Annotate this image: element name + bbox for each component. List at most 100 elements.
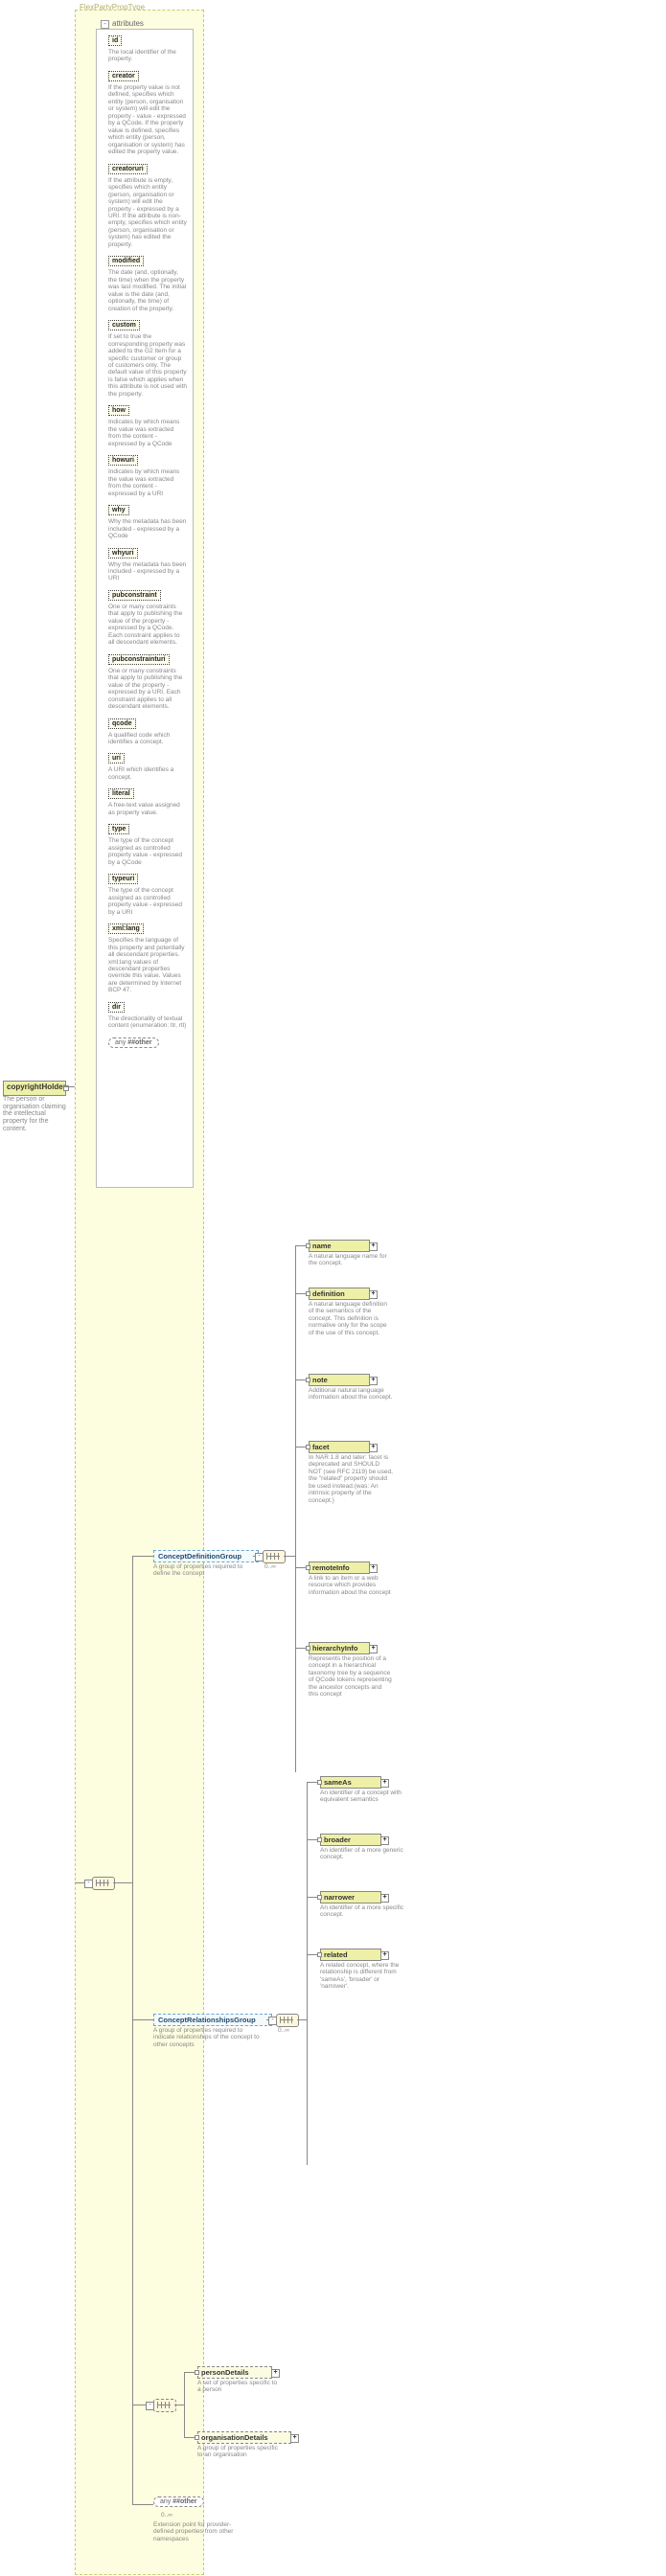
leaf-facet[interactable]: facet+	[309, 1441, 370, 1453]
leaf-label: remoteInfo	[312, 1563, 350, 1572]
expand-icon[interactable]: +	[369, 1444, 378, 1452]
attr-desc: The local identifier of the property.	[108, 49, 187, 63]
attr-desc: A free-text value assigned as property v…	[108, 802, 187, 816]
leaf-label: broader	[324, 1835, 351, 1844]
any-other[interactable]: any ##other	[153, 2496, 204, 2507]
leaf-persondetails[interactable]: personDetails+	[197, 2366, 272, 2379]
leaf-label: personDetails	[201, 2368, 249, 2377]
lpin-icon	[306, 1291, 310, 1296]
attributes-frame: idThe local identifier of the property. …	[96, 29, 194, 1188]
attr-desc: If set to true the corresponding propert…	[108, 333, 187, 398]
leaf-hierarchyinfo[interactable]: hierarchyInfo+	[309, 1642, 370, 1654]
group-name: ConceptRelationshipsGroup	[158, 2016, 256, 2024]
attr-typeuri[interactable]: typeuri	[108, 874, 138, 884]
leaf-note[interactable]: note+	[309, 1374, 370, 1386]
attr-pubconstrainturi[interactable]: pubconstrainturi	[108, 654, 170, 665]
expand-icon[interactable]: +	[369, 1242, 378, 1251]
attr-dir[interactable]: dir	[108, 1002, 125, 1013]
lpin-icon	[317, 1837, 322, 1842]
leaf-label: note	[312, 1376, 328, 1384]
lpin-icon	[306, 1378, 310, 1382]
attr-qcode[interactable]: qcode	[108, 718, 136, 729]
collapse-icon[interactable]: -	[255, 1553, 264, 1562]
collapse-icon[interactable]: -	[146, 2402, 154, 2410]
attr-custom[interactable]: custom	[108, 320, 140, 331]
attr-desc: The type of the concept assigned as cont…	[108, 837, 187, 866]
lpin-icon	[317, 1780, 322, 1785]
leaf-desc: A natural language definition of the sem…	[309, 1301, 393, 1336]
sequence-selector[interactable]: -	[276, 2014, 299, 2027]
attr-desc: Why the metadata has been included - exp…	[108, 518, 187, 539]
collapse-icon[interactable]: -	[268, 2017, 277, 2025]
attr-desc: Indicates by which means the value was e…	[108, 468, 187, 497]
attr-desc: If the attribute is empty, specifies whi…	[108, 177, 187, 249]
expand-icon[interactable]: +	[271, 2369, 280, 2378]
attr-desc: Why the metadata has been included - exp…	[108, 561, 187, 582]
attr-uri[interactable]: uri	[108, 753, 125, 764]
expand-icon[interactable]: +	[369, 1564, 378, 1573]
connector	[295, 1245, 296, 1772]
collapse-icon[interactable]: -	[84, 1880, 93, 1888]
expand-icon[interactable]: +	[290, 2434, 299, 2443]
choice-selector[interactable]: -	[153, 2399, 176, 2412]
connector	[132, 2019, 153, 2020]
any-value: ##other	[172, 2498, 196, 2505]
lpin-icon	[195, 2370, 199, 2375]
attr-desc: One or many constraints that apply to pu…	[108, 604, 187, 647]
expand-icon[interactable]: +	[369, 1290, 378, 1299]
attr-creator[interactable]: creator	[108, 71, 139, 81]
leaf-desc: A set of properties specific to a person	[197, 2380, 282, 2394]
leaf-name[interactable]: name+	[309, 1240, 370, 1252]
leaf-definition[interactable]: definition+	[309, 1288, 370, 1300]
root-element[interactable]: copyrightHolder	[3, 1081, 66, 1096]
lpin-icon	[306, 1565, 310, 1570]
expand-icon[interactable]: +	[369, 1645, 378, 1653]
attr-desc: One or many constraints that apply to pu…	[108, 668, 187, 711]
leaf-desc: An identifier of a more specific concept…	[320, 1904, 404, 1919]
expand-icon[interactable]: +	[380, 1836, 389, 1845]
expand-icon[interactable]: +	[380, 1894, 389, 1903]
attributes-header[interactable]: -attributes	[101, 19, 144, 29]
sequence-selector[interactable]: -	[92, 1877, 115, 1890]
attr-xmllang[interactable]: xml:lang	[108, 923, 144, 934]
occurrence: 0..∞	[278, 2027, 289, 2034]
attr-creatoruri[interactable]: creatoruri	[108, 164, 148, 174]
leaf-organisationdetails[interactable]: organisationDetails+	[197, 2431, 291, 2444]
collapse-icon[interactable]: -	[101, 20, 109, 29]
group-concept-relationships[interactable]: ConceptRelationshipsGroup	[153, 2014, 272, 2026]
leaf-broader[interactable]: broader+	[320, 1834, 381, 1846]
attr-whyuri[interactable]: whyuri	[108, 548, 138, 559]
expand-icon[interactable]: +	[380, 1951, 389, 1960]
leaf-remoteinfo[interactable]: remoteInfo+	[309, 1562, 370, 1574]
connector	[284, 1556, 295, 1557]
attr-howuri[interactable]: howuri	[108, 455, 138, 466]
attr-id[interactable]: id	[108, 35, 122, 46]
attr-any[interactable]: any ##other	[108, 1037, 159, 1048]
attr-modified[interactable]: modified	[108, 256, 144, 266]
leaf-label: organisationDetails	[201, 2433, 268, 2442]
attr-how[interactable]: how	[108, 405, 129, 416]
attr-pubconstraint[interactable]: pubconstraint	[108, 590, 161, 601]
leaf-narrower[interactable]: narrower+	[320, 1891, 381, 1904]
attr-type[interactable]: type	[108, 824, 129, 834]
lpin-icon	[306, 1445, 310, 1449]
attr-desc: The directionality of textual content (e…	[108, 1015, 187, 1030]
leaf-related[interactable]: related+	[320, 1949, 381, 1961]
attr-desc: Indicates by which means the value was e…	[108, 419, 187, 447]
expand-icon[interactable]: +	[380, 1779, 389, 1788]
lpin-icon	[317, 1895, 322, 1900]
connector	[132, 2504, 153, 2505]
attr-why[interactable]: why	[108, 505, 129, 515]
group-concept-definition[interactable]: ConceptDefinitionGroup	[153, 1550, 259, 1562]
leaf-label: name	[312, 1242, 332, 1250]
leaf-desc: A link to an item or a web resource whic…	[309, 1575, 393, 1596]
attr-desc: A URI which identifies a concept.	[108, 766, 187, 781]
leaf-desc: Represents the position of a concept in …	[309, 1655, 393, 1698]
leaf-sameas[interactable]: sameAs+	[320, 1776, 381, 1789]
any-value: ##other	[127, 1039, 151, 1046]
attr-literal[interactable]: literal	[108, 788, 134, 799]
expand-icon[interactable]: +	[369, 1377, 378, 1385]
leaf-label: sameAs	[324, 1778, 352, 1787]
any-prefix: any	[115, 1039, 127, 1046]
sequence-selector[interactable]: -	[263, 1550, 286, 1563]
